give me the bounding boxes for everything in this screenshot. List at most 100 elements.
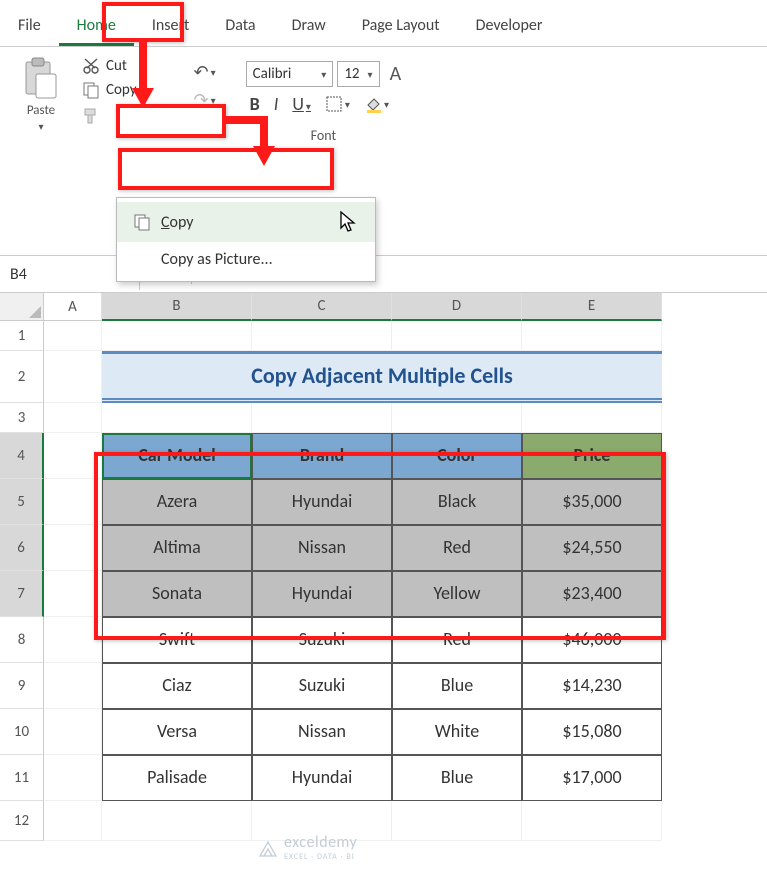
cell[interactable] [392,321,522,351]
cell[interactable]: Azera [102,479,252,525]
cell[interactable]: Swift [102,617,252,663]
cell[interactable] [44,709,102,755]
cell[interactable]: Red [392,525,522,571]
italic-button[interactable]: I [274,93,279,115]
cell[interactable] [522,321,662,351]
underline-button[interactable]: U▾ [292,93,311,115]
cell[interactable] [44,351,102,403]
dd-copy-as-picture[interactable]: Copy as Picture... [117,242,375,277]
cell[interactable] [522,403,662,433]
cell[interactable]: Color [392,433,522,479]
col-header[interactable]: A [44,293,102,321]
undo-dd-icon[interactable]: ▾ [211,66,216,79]
cell[interactable]: $15,080 [522,709,662,755]
cell[interactable] [102,801,252,841]
col-header[interactable]: B [102,293,252,321]
cell[interactable]: Car Model [102,433,252,479]
tab-file[interactable]: File [0,8,59,46]
cell[interactable]: Blue [392,755,522,801]
cell[interactable]: $46,000 [522,617,662,663]
cell[interactable]: Brand [252,433,392,479]
col-header[interactable]: D [392,293,522,321]
cell[interactable] [44,525,102,571]
cell[interactable] [392,403,522,433]
cell[interactable]: $35,000 [522,479,662,525]
cell[interactable] [102,403,252,433]
copy-dropdown-icon[interactable]: ▾ [143,84,148,97]
cell[interactable] [44,479,102,525]
row-header[interactable]: 6 [0,525,44,571]
tab-data[interactable]: Data [207,8,273,46]
title-cell[interactable]: Copy Adjacent Multiple Cells [102,351,662,403]
borders-button[interactable]: ▾ [325,95,350,113]
redo-dd-icon[interactable]: ▾ [211,94,216,107]
copy-button[interactable]: Copy ▾ [76,79,154,101]
cell[interactable] [44,433,102,479]
row-header[interactable]: 8 [0,617,44,663]
cell[interactable]: White [392,709,522,755]
cell[interactable]: Hyundai [252,479,392,525]
cell[interactable]: $17,000 [522,755,662,801]
row-header[interactable]: 9 [0,663,44,709]
tab-home[interactable]: Home [59,8,134,46]
cell[interactable]: $23,400 [522,571,662,617]
cell[interactable] [44,755,102,801]
fill-color-button[interactable]: ▾ [364,95,389,113]
cell[interactable]: Suzuki [252,663,392,709]
cell[interactable]: Ciaz [102,663,252,709]
font-size-select[interactable]: 12 ▾ [337,61,379,87]
cell[interactable] [44,321,102,351]
tab-page-layout[interactable]: Page Layout [344,8,458,46]
tab-insert[interactable]: Insert [134,8,208,46]
row-header[interactable]: 10 [0,709,44,755]
tab-developer[interactable]: Developer [458,8,561,46]
row-header[interactable]: 7 [0,571,44,617]
cell[interactable] [252,321,392,351]
cell[interactable]: Versa [102,709,252,755]
cell[interactable] [252,403,392,433]
paste-button[interactable]: Paste ▾ [20,55,72,197]
row-header[interactable]: 11 [0,755,44,801]
font-name-select[interactable]: Calibri ▾ [246,61,334,87]
cut-button[interactable]: Cut [76,55,154,77]
cell[interactable]: Yellow [392,571,522,617]
row-header[interactable]: 5 [0,479,44,525]
cell[interactable] [44,403,102,433]
dd-copy[interactable]: Copy [117,202,375,242]
cell[interactable]: Red [392,617,522,663]
cell[interactable]: Price [522,433,662,479]
cell[interactable]: Blue [392,663,522,709]
cell[interactable] [44,617,102,663]
cell[interactable]: $24,550 [522,525,662,571]
cell[interactable] [392,801,522,841]
cell[interactable] [44,571,102,617]
increase-font-button[interactable]: A [390,62,402,86]
cell[interactable]: Hyundai [252,571,392,617]
redo-button[interactable]: ↷ ▾ [194,89,216,111]
tab-draw[interactable]: Draw [274,8,344,46]
bold-button[interactable]: B [250,93,260,115]
paste-dropdown-icon[interactable]: ▾ [38,120,43,133]
cell[interactable]: Suzuki [252,617,392,663]
row-header[interactable]: 3 [0,403,44,433]
cell[interactable]: $14,230 [522,663,662,709]
cell[interactable]: Altima [102,525,252,571]
cell[interactable]: Hyundai [252,755,392,801]
col-header[interactable]: C [252,293,392,321]
cell[interactable]: Nissan [252,709,392,755]
cell[interactable] [44,801,102,841]
row-header[interactable]: 12 [0,801,44,841]
cell[interactable] [102,321,252,351]
cell[interactable] [44,663,102,709]
cell[interactable]: Nissan [252,525,392,571]
row-header[interactable]: 1 [0,321,44,351]
select-all-corner[interactable] [0,293,44,321]
row-header[interactable]: 4 [0,433,44,479]
undo-button[interactable]: ↶ ▾ [194,61,216,83]
row-header[interactable]: 2 [0,351,44,403]
col-header[interactable]: E [522,293,662,321]
cell[interactable]: Black [392,479,522,525]
cell[interactable]: Palisade [102,755,252,801]
format-painter-button[interactable] [76,103,154,129]
cell[interactable]: Sonata [102,571,252,617]
